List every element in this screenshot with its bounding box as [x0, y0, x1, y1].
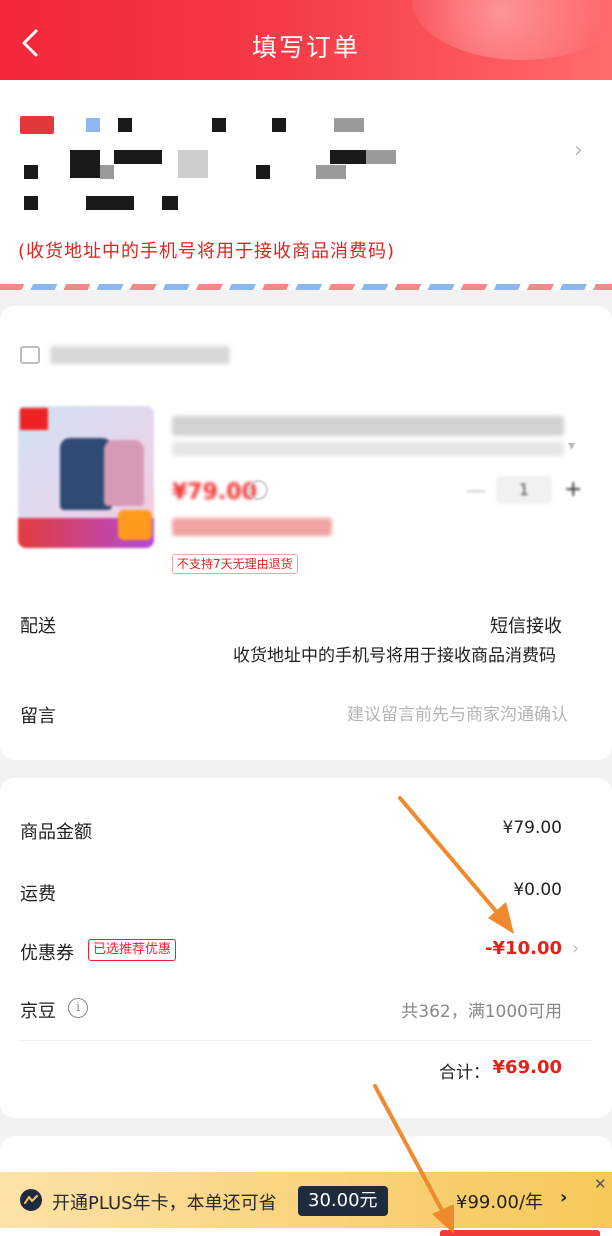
delivery-label: 配送 — [20, 616, 56, 637]
plus-save-amount: 30.00元 — [298, 1186, 388, 1216]
decrease-button[interactable]: — — [466, 480, 488, 500]
phone-redacted — [256, 165, 270, 179]
shop-name-redacted[interactable] — [50, 346, 230, 364]
name-redacted — [100, 165, 114, 179]
expand-icon[interactable]: ▾ — [568, 438, 575, 454]
name-redacted — [114, 150, 162, 164]
phone-redacted — [366, 150, 396, 164]
shipping-label: 运费 — [20, 884, 56, 905]
address-note: (收货地址中的手机号将用于接收商品消费码) — [18, 241, 396, 262]
message-label: 留言 — [20, 706, 56, 727]
delivery-note: 收货地址中的手机号将用于接收商品消费码 — [233, 646, 556, 666]
coupon-label[interactable]: 优惠券 — [20, 939, 74, 965]
phone-redacted — [330, 150, 366, 164]
address-redacted — [334, 118, 364, 132]
goods-amount-label: 商品金额 — [20, 822, 92, 843]
product-price: ¥79.00 — [172, 480, 257, 505]
shipping-value: ¥0.00 — [513, 880, 562, 900]
chevron-right-icon[interactable]: › — [572, 938, 579, 959]
close-icon[interactable]: ✕ — [594, 1175, 607, 1193]
phone-redacted — [316, 165, 346, 179]
address-redacted — [212, 118, 226, 132]
product-unit-price-redacted — [172, 518, 332, 536]
plus-price[interactable]: ¥99.00/年 — [456, 1188, 543, 1214]
submit-button-edge[interactable] — [440, 1230, 600, 1236]
coupon-value[interactable]: -¥10.00 — [485, 938, 562, 959]
page-title: 填写订单 — [251, 33, 360, 62]
plus-promo-text: 开通PLUS年卡，本单还可省 — [52, 1193, 277, 1214]
return-policy-badge: 不支持7天无理由退货 — [172, 554, 298, 574]
chevron-right-icon[interactable]: › — [560, 1187, 567, 1208]
name-redacted — [24, 165, 38, 179]
airmail-border — [0, 284, 612, 290]
address-redacted — [272, 118, 286, 132]
quantity-stepper[interactable]: — 1 + — [466, 476, 596, 504]
product-image[interactable] — [18, 406, 154, 548]
plus-logo-icon — [20, 1189, 42, 1211]
increase-button[interactable]: + — [564, 478, 586, 502]
total-label: 合计： — [439, 1063, 490, 1083]
beans-label: 京豆 — [20, 1001, 56, 1022]
product-subtitle-redacted — [172, 442, 564, 456]
chevron-right-icon[interactable]: › — [574, 138, 583, 163]
beans-value: 共362，满1000可用 — [401, 1002, 562, 1022]
product-title-redacted[interactable] — [172, 416, 564, 436]
address-redacted — [86, 118, 100, 132]
header-bar: 填写订单 — [0, 0, 612, 80]
quantity-value[interactable]: 1 — [496, 476, 552, 504]
total-value: ¥69.00 — [492, 1057, 562, 1078]
goods-amount-value: ¥79.00 — [502, 818, 562, 838]
address-redacted — [118, 118, 132, 132]
delivery-value: 短信接收 — [490, 616, 562, 637]
shop-icon — [20, 346, 40, 364]
name-redacted — [178, 150, 208, 178]
name-redacted — [70, 150, 100, 178]
address-redacted — [86, 196, 134, 210]
price-info-icon[interactable] — [248, 480, 268, 500]
message-input[interactable] — [268, 702, 568, 728]
divider — [20, 1040, 592, 1041]
coupon-badge: 已选推荐优惠 — [88, 939, 177, 961]
info-icon[interactable]: i — [68, 998, 88, 1018]
address-tag-icon — [20, 116, 54, 134]
address-redacted — [24, 196, 38, 210]
address-redacted — [162, 196, 178, 210]
